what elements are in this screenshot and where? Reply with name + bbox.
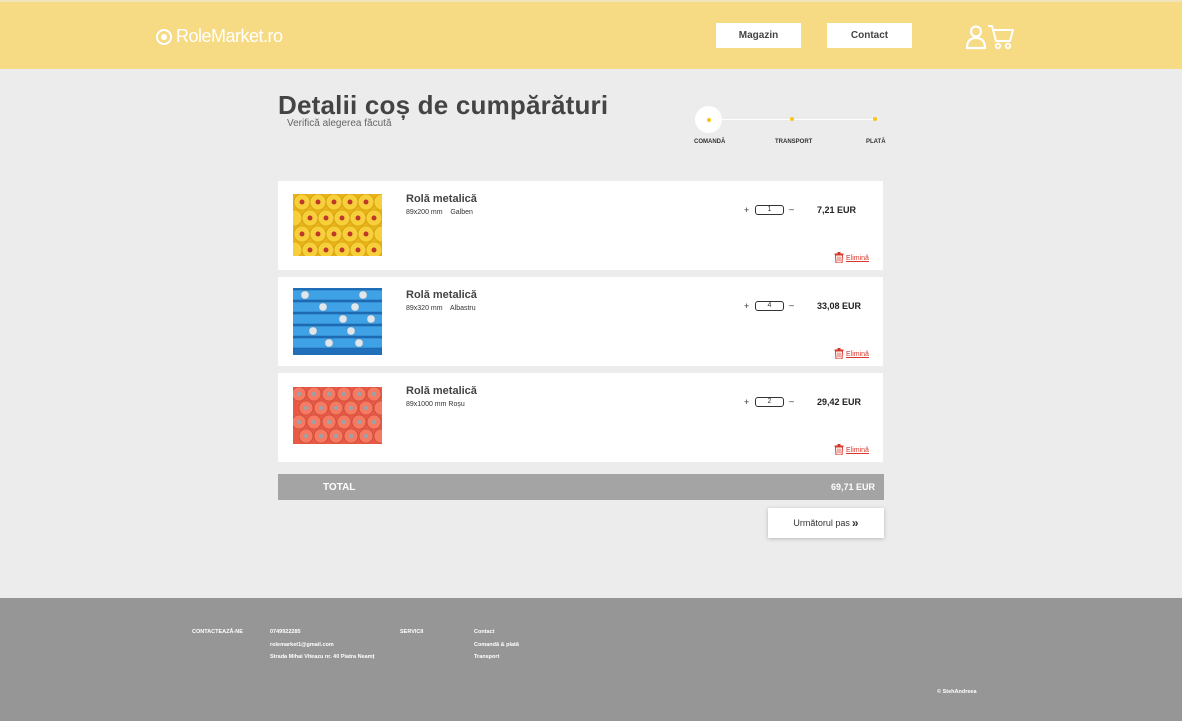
qty-decrease-button[interactable]: –: [789, 300, 794, 310]
remove-item-link[interactable]: Elimină: [846, 255, 869, 262]
cart-item: Rolă metalică 89x320 mm Albastru + 4 – 3…: [278, 277, 883, 366]
footer-email[interactable]: rolemarket1@gmail.com: [270, 642, 334, 648]
trash-icon[interactable]: [834, 252, 844, 263]
qty-increase-button[interactable]: +: [744, 301, 749, 311]
footer-link-transport[interactable]: Transport: [474, 654, 499, 660]
site-footer: CONTACTEAZĂ-NE 0749922285 rolemarket1@gm…: [0, 598, 1182, 721]
cart-icon[interactable]: [987, 23, 1015, 50]
total-bar: TOTAL 69,71 EUR: [278, 474, 884, 500]
product-spec: 89x200 mm Galben: [406, 209, 473, 216]
user-icon[interactable]: [965, 24, 987, 50]
product-spec: 89x1000 mm Roșu: [406, 401, 465, 408]
product-image-red-rollers: [293, 387, 382, 444]
product-image-yellow-rollers: [293, 194, 382, 256]
product-price: 7,21 EUR: [817, 205, 857, 215]
footer-address: Strada Mihai Viteazu nr. 40 Piatra Neamț: [270, 654, 375, 660]
footer-link-order-payment[interactable]: Comandă & plată: [474, 642, 519, 648]
footer-link-contact[interactable]: Contact: [474, 629, 494, 635]
product-price: 33,08 EUR: [817, 301, 862, 311]
footer-services-heading: SERVICII: [400, 629, 424, 635]
qty-increase-button[interactable]: +: [744, 397, 749, 407]
next-step-button[interactable]: Următorul pas »: [768, 508, 884, 538]
trash-icon[interactable]: [834, 348, 844, 359]
step-label-transport: TRANSPORT: [775, 139, 813, 145]
step-label-plata: PLATĂ: [866, 139, 886, 145]
cart-item: Rolă metalică 89x1000 mm Roșu + 2 – 29,4…: [278, 373, 883, 462]
site-header: RoleMarket.ro Magazin Contact: [0, 0, 1182, 69]
footer-contact-heading: CONTACTEAZĂ-NE: [192, 629, 243, 635]
qty-decrease-button[interactable]: –: [789, 396, 794, 406]
nav-magazin-button[interactable]: Magazin: [716, 23, 801, 48]
remove-item-link[interactable]: Elimină: [846, 447, 869, 454]
product-image-blue-rollers: [293, 288, 382, 355]
product-name: Rolă metalică: [406, 385, 477, 397]
step-comanda-active-indicator: [695, 106, 722, 133]
logo-text: RoleMarket.ro: [176, 26, 283, 46]
quantity-field[interactable]: 4: [755, 301, 784, 311]
quantity-field[interactable]: 2: [755, 397, 784, 407]
quantity-field[interactable]: 1: [755, 205, 784, 215]
logo[interactable]: RoleMarket.ro: [156, 26, 283, 47]
remove-item-link[interactable]: Elimină: [846, 351, 869, 358]
footer-phone[interactable]: 0749922285: [270, 629, 301, 635]
qty-increase-button[interactable]: +: [744, 205, 749, 215]
logo-circle-icon: [156, 28, 172, 45]
step-label-comanda: COMANDĂ: [694, 139, 726, 145]
total-label: TOTAL: [323, 482, 356, 493]
step-transport-dot: [790, 117, 794, 121]
qty-decrease-button[interactable]: –: [789, 204, 794, 214]
next-step-label: Următorul pas: [793, 518, 850, 528]
footer-copyright: © StehAndreea: [937, 689, 977, 695]
step-plata-dot: [873, 117, 877, 121]
total-value: 69,71 EUR: [830, 482, 875, 492]
cart-item: Rolă metalică 89x200 mm Galben + 1 – 7,2…: [278, 181, 883, 270]
nav-contact-button[interactable]: Contact: [827, 23, 912, 48]
product-name: Rolă metalică: [406, 289, 477, 301]
product-name: Rolă metalică: [406, 193, 477, 205]
page-subtitle: Verifică alegerea făcută: [287, 118, 392, 129]
product-price: 29,42 EUR: [817, 397, 862, 407]
trash-icon[interactable]: [834, 444, 844, 455]
page-title: Detalii coș de cumpărături: [278, 90, 609, 120]
product-spec: 89x320 mm Albastru: [406, 305, 476, 312]
double-chevron-right-icon: »: [851, 516, 859, 530]
